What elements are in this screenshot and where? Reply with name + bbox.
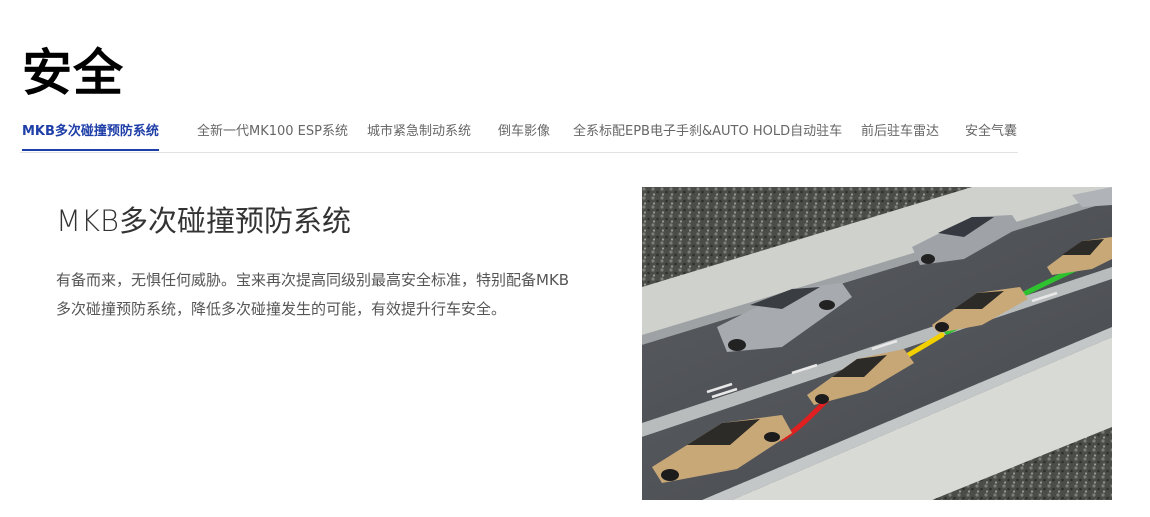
tab-esp[interactable]: 全新一代MK100 ESP系统 xyxy=(197,118,348,151)
mkb-illustration-svg xyxy=(642,187,1112,500)
tab-epb-auto-hold[interactable]: 全系标配EPB电子手刹&AUTO HOLD自动驻车 xyxy=(573,118,842,151)
tab-reverse-camera[interactable]: 倒车影像 xyxy=(498,118,550,151)
tab-parking-radar[interactable]: 前后驻车雷达 xyxy=(861,118,939,151)
tab-mkb[interactable]: MKB多次碰撞预防系统 xyxy=(22,118,159,151)
mkb-illustration xyxy=(642,187,1112,500)
tab-city-emergency-braking[interactable]: 城市紧急制动系统 xyxy=(367,118,471,151)
feature-tab-bar: MKB多次碰撞预防系统 全新一代MK100 ESP系统 城市紧急制动系统 倒车影… xyxy=(20,118,1018,153)
feature-title: MKB多次碰撞预防系统 xyxy=(56,204,352,238)
feature-description: 有备而来，无惧任何威胁。宝来再次提高同级别最高安全标准，特别配备MKB多次碰撞预… xyxy=(56,271,570,318)
tab-airbags[interactable]: 安全气囊 xyxy=(965,118,1017,151)
page-title: 安全 xyxy=(22,44,124,102)
